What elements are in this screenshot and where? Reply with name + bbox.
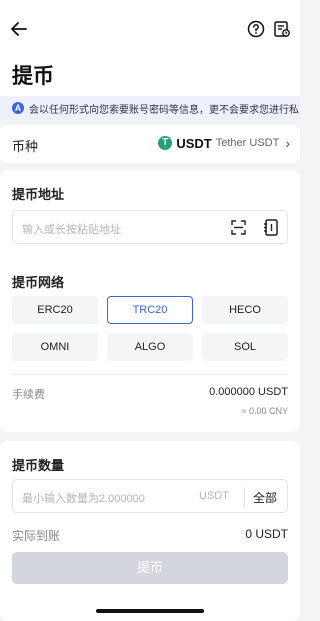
address-label: 提币地址 bbox=[12, 187, 65, 202]
receive-label: 实际到账 bbox=[12, 529, 61, 543]
amount-input[interactable]: 最小输入数量为2.000000 USDT 全部 bbox=[12, 479, 288, 513]
tether-icon: T bbox=[158, 136, 173, 150]
top-bar bbox=[0, 0, 300, 62]
info-icon: A bbox=[12, 102, 24, 114]
page-title: 提币 bbox=[12, 65, 54, 88]
fee-label: 手续费 bbox=[12, 389, 45, 401]
record-list-icon[interactable] bbox=[273, 20, 291, 38]
all-button[interactable]: 全部 bbox=[253, 489, 277, 506]
coin-symbol: USDT bbox=[176, 135, 212, 151]
notice-text: 会以任何形式向您索要账号密码等信息，更不会要求您进行私 bbox=[29, 105, 299, 116]
scan-icon[interactable] bbox=[231, 220, 246, 235]
network-option-erc20[interactable]: ERC20 bbox=[12, 296, 98, 324]
chevron-right-icon: › bbox=[285, 135, 290, 151]
notice-banner: A 会以任何形式向您索要账号密码等信息，更不会要求您进行私 bbox=[0, 96, 300, 120]
divider bbox=[12, 374, 288, 375]
address-book-icon[interactable] bbox=[263, 219, 279, 236]
amount-unit: USDT bbox=[199, 490, 229, 502]
withdraw-submit-button[interactable]: 提币 bbox=[12, 552, 288, 584]
amount-separator bbox=[244, 487, 245, 507]
amount-placeholder: 最小输入数量为2.000000 bbox=[22, 493, 145, 505]
fee-cny: ≈ 0.00 CNY bbox=[241, 406, 288, 416]
network-option-sol[interactable]: SOL bbox=[202, 333, 288, 361]
address-placeholder: 输入或长按粘贴地址 bbox=[22, 224, 121, 236]
arrow-left-icon[interactable] bbox=[9, 19, 29, 39]
question-circle-icon[interactable] bbox=[247, 20, 265, 38]
coin-name: Tether USDT bbox=[215, 137, 280, 149]
receive-value: 0 USDT bbox=[245, 527, 288, 541]
withdraw-form-card: 提币地址 输入或长按粘贴地址 提币网络 ERC20 TRC20 HECO OMN… bbox=[0, 170, 300, 432]
network-label: 提币网络 bbox=[12, 275, 65, 290]
amount-card: 提币数量 最小输入数量为2.000000 USDT 全部 实际到账 0 USDT… bbox=[0, 441, 300, 621]
home-indicator[interactable] bbox=[96, 609, 204, 613]
coin-value[interactable]: T USDT Tether USDT › bbox=[158, 135, 290, 151]
address-input[interactable]: 输入或长按粘贴地址 bbox=[12, 210, 288, 244]
coin-selector[interactable]: 币种 T USDT Tether USDT › bbox=[0, 125, 300, 163]
amount-label: 提币数量 bbox=[12, 458, 65, 473]
network-option-heco[interactable]: HECO bbox=[202, 296, 288, 324]
network-option-trc20[interactable]: TRC20 bbox=[107, 296, 193, 324]
network-option-omni[interactable]: OMNI bbox=[12, 333, 98, 361]
fee-value: 0.000000 USDT bbox=[209, 386, 288, 398]
coin-label: 币种 bbox=[12, 139, 39, 154]
network-option-algo[interactable]: ALGO bbox=[107, 333, 193, 361]
